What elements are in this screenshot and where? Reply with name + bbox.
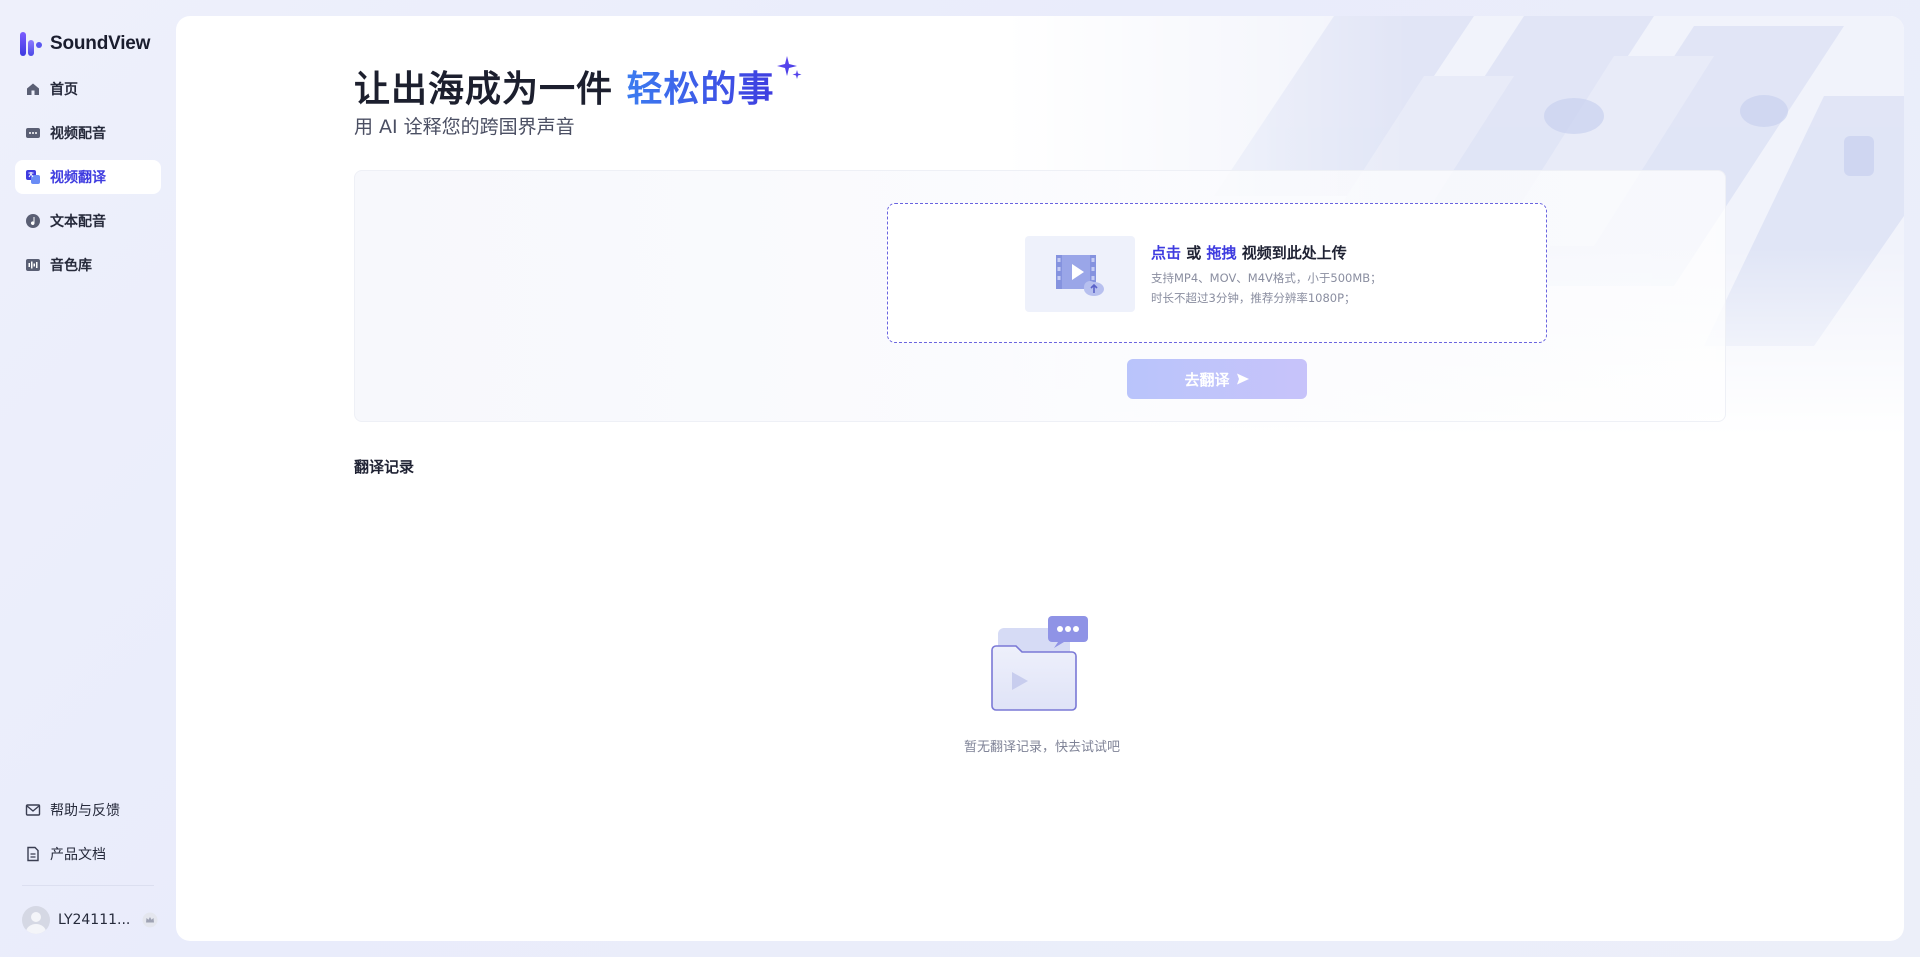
sidebar-item-help-feedback[interactable]: 帮助与反馈 [15, 793, 161, 827]
click-upload-link[interactable]: 点击 [1151, 244, 1181, 262]
sidebar: SoundView 首页 视频配音 视频翻译 文本配音 音色库 帮助与反馈 产品… [0, 0, 176, 957]
sidebar-item-label: 音色库 [50, 258, 92, 274]
empty-state-text: 暂无翻译记录，快去试试吧 [963, 740, 1120, 755]
empty-folder-icon [991, 616, 1088, 711]
text-dub-icon [25, 213, 41, 229]
records-title: 翻译记录 [354, 458, 415, 476]
home-icon [25, 81, 41, 97]
mail-icon [25, 802, 41, 818]
sidebar-item-label: 帮助与反馈 [50, 803, 120, 819]
send-icon [1236, 373, 1249, 385]
sidebar-item-label: 首页 [50, 82, 78, 98]
sidebar-item-video-translate[interactable]: 视频翻译 [15, 160, 161, 194]
app-name: SoundView [50, 33, 151, 54]
main-panel: 让出海成为一件 轻松的事 用 AI 诠释您的跨国界声音 点击 或 拖拽 视频到此… [176, 16, 1904, 941]
translate-button[interactable]: 去翻译 [1127, 359, 1307, 399]
avatar [22, 906, 50, 934]
video-upload-icon [1025, 236, 1135, 312]
sidebar-divider [22, 885, 154, 886]
sidebar-item-video-dub[interactable]: 视频配音 [15, 116, 161, 150]
page-subtitle: 用 AI 诠释您的跨国界声音 [354, 116, 575, 138]
sidebar-item-home[interactable]: 首页 [15, 72, 161, 106]
user-profile[interactable]: LY24111... [22, 905, 158, 935]
translate-button-label: 去翻译 [1184, 371, 1230, 389]
sidebar-item-label: 文本配音 [50, 214, 106, 230]
sidebar-item-text-dub[interactable]: 文本配音 [15, 204, 161, 238]
upload-duration-note: 时长不超过3分钟，推荐分辨率1080P； [1151, 291, 1356, 305]
sparkle-icon [776, 56, 802, 79]
voice-library-icon [25, 257, 41, 273]
hero-title: 让出海成为一件 轻松的事 [354, 56, 803, 112]
upload-card: 点击 或 拖拽 视频到此处上传 支持MP4、MOV、M4V格式，小于500MB；… [354, 170, 1726, 422]
username: LY24111... [58, 912, 131, 928]
sidebar-item-label: 视频翻译 [50, 170, 106, 186]
crown-icon [142, 912, 158, 928]
title-accent: 轻松的事 [626, 69, 775, 110]
document-icon [25, 846, 41, 862]
bottom-nav: 帮助与反馈 产品文档 [15, 793, 161, 881]
main-nav: 首页 视频配音 视频翻译 文本配音 音色库 [15, 72, 161, 292]
video-translate-icon [25, 169, 41, 185]
sidebar-item-label: 视频配音 [50, 126, 106, 142]
upload-instruction: 点击 或 拖拽 视频到此处上传 [1151, 244, 1347, 262]
video-dub-icon [25, 125, 41, 141]
drag-upload-label: 拖拽 [1206, 244, 1237, 262]
sidebar-item-voice-library[interactable]: 音色库 [15, 248, 161, 282]
sidebar-item-product-docs[interactable]: 产品文档 [15, 837, 161, 871]
page-title: 让出海成为一件 轻松的事 [354, 69, 775, 110]
sidebar-item-label: 产品文档 [50, 847, 106, 863]
upload-format-note: 支持MP4、MOV、M4V格式，小于500MB； [1151, 271, 1382, 285]
logo-mark-icon [18, 30, 44, 58]
app-logo[interactable]: SoundView [18, 30, 150, 58]
upload-dropzone[interactable]: 点击 或 拖拽 视频到此处上传 支持MP4、MOV、M4V格式，小于500MB；… [887, 203, 1547, 343]
